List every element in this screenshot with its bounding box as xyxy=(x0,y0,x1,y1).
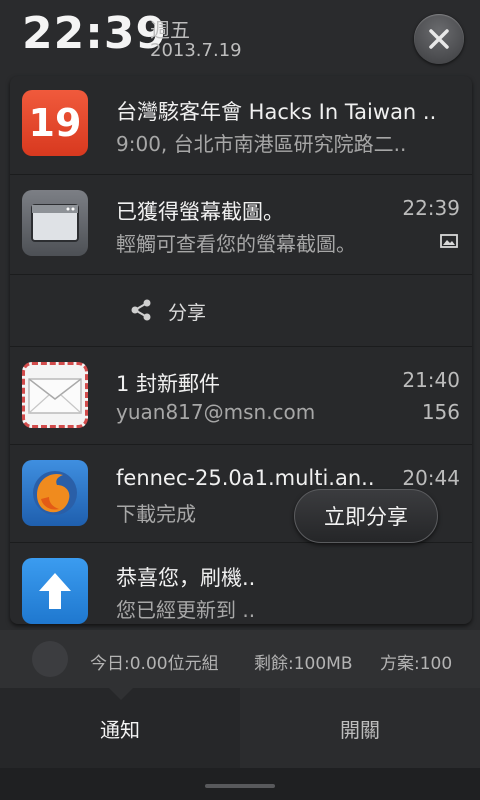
notification-subtitle: 您已經更新到 .. xyxy=(116,598,256,622)
share-label: 分享 xyxy=(168,302,207,324)
notification-subtitle: 輕觸可查看您的螢幕截圖。 xyxy=(116,232,356,256)
image-icon xyxy=(440,234,458,248)
notification-time: 22:39 xyxy=(402,196,460,220)
tab-notifications[interactable]: 通知 xyxy=(0,688,240,768)
notification-subtitle: 9:00, 台北市南港區研究院路二.. xyxy=(116,132,407,156)
notification-time: 21:40 xyxy=(402,368,460,392)
notification-subtitle: yuan817@msn.com xyxy=(116,400,316,424)
bottom-tabs: 通知 開關 xyxy=(0,688,480,768)
mail-icon xyxy=(22,362,88,428)
share-icon xyxy=(131,299,151,321)
notification-title: 已獲得螢幕截圖。 xyxy=(116,200,284,224)
tab-toggles[interactable]: 開關 xyxy=(240,688,480,768)
drag-handle[interactable] xyxy=(205,784,275,788)
notification-title: fennec-25.0a1.multi.an.. xyxy=(116,466,375,490)
data-usage-plan: 方案:100 xyxy=(380,654,453,674)
clear-all-button[interactable] xyxy=(414,14,464,64)
notification-title: 恭喜您，刷機.. xyxy=(116,566,256,590)
notification-screenshot[interactable]: 已獲得螢幕截圖。 輕觸可查看您的螢幕截圖。 22:39 xyxy=(10,174,472,275)
update-arrow-icon xyxy=(22,558,88,624)
status-header: 22:39 週五 2013.7.19 xyxy=(0,0,480,72)
data-usage-today: 今日:0.00位元組 xyxy=(90,654,219,674)
weekday-label: 週五 xyxy=(150,18,190,42)
calendar-day-number: 19 xyxy=(28,101,82,145)
clock-time: 22:39 xyxy=(22,8,168,59)
notification-title: 台灣駭客年會 Hacks In Taiwan .. xyxy=(116,100,437,124)
notification-title: 1 封新郵件 xyxy=(116,372,221,396)
calendar-icon: 19 xyxy=(22,90,88,156)
close-icon xyxy=(429,29,449,49)
data-usage-remaining: 剩餘:100MB xyxy=(254,654,353,674)
date-label: 2013.7.19 xyxy=(150,40,242,61)
data-usage-bar[interactable]: 今日:0.00位元組 剩餘:100MB 方案:100 xyxy=(0,630,480,688)
notification-time: 20:44 xyxy=(402,466,460,490)
data-usage-indicator xyxy=(32,641,68,677)
active-tab-pointer xyxy=(109,688,133,700)
share-action-button[interactable]: 分享 xyxy=(10,274,472,347)
notification-mail[interactable]: 1 封新郵件 yuan817@msn.com 21:40 156 xyxy=(10,346,472,445)
firefox-icon xyxy=(22,460,88,526)
notification-update[interactable]: 恭喜您，刷機.. 您已經更新到 .. xyxy=(10,542,472,624)
share-now-button[interactable]: 立即分享 xyxy=(294,489,438,543)
screenshot-icon xyxy=(22,190,88,256)
notification-calendar[interactable]: 19 台灣駭客年會 Hacks In Taiwan .. 9:00, 台北市南港… xyxy=(10,76,472,175)
unread-count: 156 xyxy=(421,400,460,424)
